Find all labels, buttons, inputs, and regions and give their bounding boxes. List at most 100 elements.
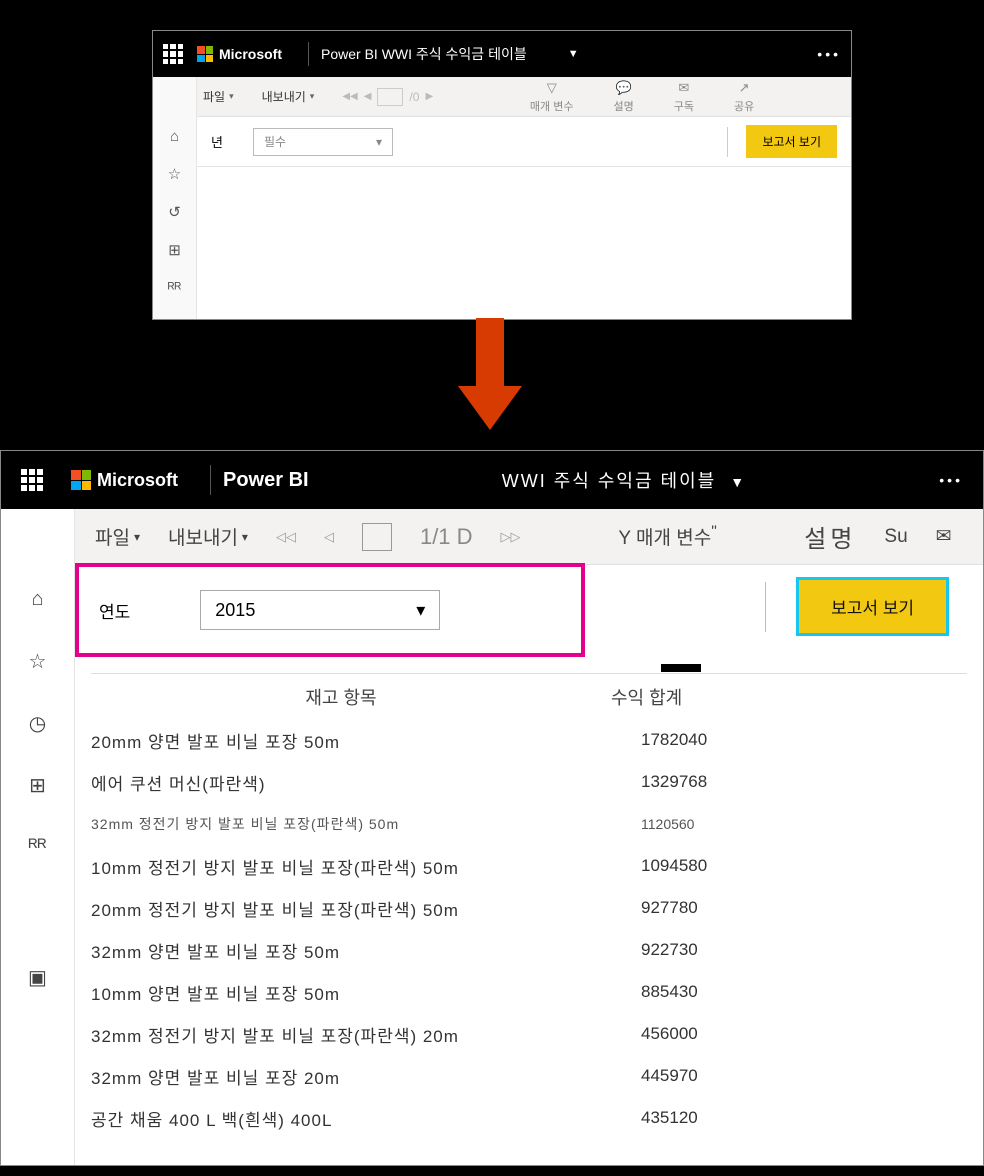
row-value: 922730 <box>591 940 967 960</box>
row-item: 32mm 정전기 방지 발포 비닐 포장(파란색) 50m <box>91 814 591 834</box>
app-launcher-icon[interactable] <box>21 469 43 491</box>
sort-marker <box>661 664 701 672</box>
more-icon[interactable]: ••• <box>817 46 841 62</box>
comments-button[interactable]: 💬설명 <box>613 80 633 114</box>
col-item[interactable]: 재고 항목 <box>91 684 591 710</box>
recent-icon[interactable]: ◷ <box>23 711 53 735</box>
row-item: 20mm 양면 발포 비닐 포장 50m <box>91 728 591 753</box>
chevron-down-icon[interactable]: ▼ <box>568 48 579 60</box>
row-item: 20mm 정전기 방지 발포 비닐 포장(파란색) 50m <box>91 896 591 921</box>
mail-icon[interactable]: ✉ <box>936 525 952 548</box>
bottom-header: Microsoft Power BI WWI 주식 수익금 테이블 ▼ ••• <box>1 451 983 509</box>
bottom-param-bar: 연도 2015 ▾ <box>75 563 585 657</box>
year-label: 년 <box>211 132 223 151</box>
row-value: 435120 <box>591 1108 967 1128</box>
powerbi-text: Power BI <box>223 469 309 492</box>
bottom-left-rail: ⌂ ☆ ◷ ⊞ ᴿᴿ ▣ <box>1 509 75 1165</box>
view-report-button[interactable]: 보고서 보기 <box>796 577 949 636</box>
next-page-icon[interactable]: ▷▷ <box>501 529 521 545</box>
apps-icon[interactable]: ⊞ <box>166 241 184 259</box>
table-row[interactable]: 20mm 정전기 방지 발포 비닐 포장(파란색) 50m927780 <box>91 887 967 929</box>
chevron-down-icon: ▼ <box>730 474 746 490</box>
right-actions: 보고서 보기 <box>765 577 949 636</box>
year-select[interactable]: 2015 ▾ <box>200 590 440 630</box>
home-icon[interactable]: ⌂ <box>23 587 53 611</box>
prev-page-icon[interactable]: ◁ <box>324 529 334 545</box>
app-launcher-icon[interactable] <box>163 44 183 64</box>
col-revenue[interactable]: 수익 합계 <box>591 684 967 710</box>
bottom-toolbar: 파일▾ 내보내기▾ ◁◁ ◁ 1/1 D ▷▷ Y 매개 변수" 설명 Su ✉ <box>1 509 983 565</box>
share-button[interactable]: ↗공유 <box>734 80 754 114</box>
page-input[interactable] <box>362 523 392 551</box>
row-item: 10mm 정전기 방지 발포 비닐 포장(파란색) 50m <box>91 854 591 879</box>
hamburger-icon[interactable] <box>166 89 184 107</box>
down-arrow-icon <box>460 318 520 438</box>
hamburger-icon[interactable] <box>23 525 53 549</box>
filter-button[interactable]: ▽매개 변수 <box>530 80 574 114</box>
filter-button[interactable]: Y 매개 변수" <box>618 523 716 550</box>
bottom-window: Microsoft Power BI WWI 주식 수익금 테이블 ▼ ••• … <box>0 450 984 1166</box>
row-item: 10mm 양면 발포 비닐 포장 50m <box>91 980 591 1005</box>
table-row[interactable]: 에어 쿠션 머신(파란색)1329768 <box>91 761 967 803</box>
shared-icon[interactable]: ᴿᴿ <box>23 835 53 859</box>
year-label: 연도 <box>99 598 130 623</box>
row-value: 445970 <box>591 1066 967 1086</box>
table-row[interactable]: 20mm 양면 발포 비닐 포장 50m1782040 <box>91 719 967 761</box>
subscribe-button[interactable]: ✉구독 <box>674 80 694 114</box>
row-value: 456000 <box>591 1024 967 1044</box>
table-header: 재고 항목 수익 합계 <box>91 673 967 719</box>
first-page-icon[interactable]: ◁◁ <box>276 529 296 545</box>
microsoft-text: Microsoft <box>219 46 282 62</box>
row-value: 1120560 <box>591 816 967 832</box>
report-table: 재고 항목 수익 합계 20mm 양면 발포 비닐 포장 50m1782040에… <box>75 663 983 1165</box>
microsoft-text: Microsoft <box>97 470 178 491</box>
chevron-down-icon: ▾ <box>376 135 382 149</box>
row-item: 에어 쿠션 머신(파란색) <box>91 770 591 795</box>
divider <box>765 582 766 632</box>
apps-icon[interactable]: ⊞ <box>23 773 53 797</box>
page-indicator: 1/1 D <box>420 524 473 550</box>
page-nav[interactable]: ◀◀◀ /0 ▶ <box>342 88 433 106</box>
top-window: Microsoft Power BI WWI 주식 수익금 테이블 ▼ ••• … <box>152 30 852 320</box>
star-icon[interactable]: ☆ <box>166 165 184 183</box>
year-select[interactable]: 필수 ▾ <box>253 128 393 156</box>
microsoft-logo-icon <box>71 470 91 490</box>
file-menu[interactable]: 파일▾ <box>95 523 140 550</box>
workspaces-icon[interactable]: ▣ <box>23 965 53 989</box>
divider <box>727 127 728 157</box>
comments-button[interactable]: 설명 <box>804 519 856 554</box>
view-report-button[interactable]: 보고서 보기 <box>746 125 837 158</box>
home-icon[interactable]: ⌂ <box>166 127 184 145</box>
more-icon[interactable]: ••• <box>939 472 963 488</box>
star-icon[interactable]: ☆ <box>23 649 53 673</box>
table-row[interactable]: 32mm 정전기 방지 발포 비닐 포장(파란색) 50m1120560 <box>91 803 967 845</box>
subscribe-button[interactable]: Su <box>884 526 907 548</box>
row-value: 885430 <box>591 982 967 1002</box>
divider <box>308 42 309 66</box>
row-value: 927780 <box>591 898 967 918</box>
export-menu[interactable]: 내보내기▾ <box>168 523 248 550</box>
table-row[interactable]: 10mm 정전기 방지 발포 비닐 포장(파란색) 50m1094580 <box>91 845 967 887</box>
microsoft-logo-icon <box>197 46 213 62</box>
divider <box>210 465 211 495</box>
row-value: 1782040 <box>591 730 967 750</box>
table-row[interactable]: 32mm 정전기 방지 발포 비닐 포장(파란색) 20m456000 <box>91 1013 967 1055</box>
table-row[interactable]: 32mm 양면 발포 비닐 포장 20m445970 <box>91 1055 967 1097</box>
row-item: 32mm 양면 발포 비닐 포장 50m <box>91 938 591 963</box>
file-menu[interactable]: 파일▾ <box>203 88 234 105</box>
top-title[interactable]: Power BI WWI 주식 수익금 테이블 <box>321 44 560 64</box>
table-row[interactable]: 32mm 양면 발포 비닐 포장 50m922730 <box>91 929 967 971</box>
row-item: 공간 채움 400 L 백(흰색) 400L <box>91 1106 591 1131</box>
top-header: Microsoft Power BI WWI 주식 수익금 테이블 ▼ ••• <box>153 31 851 77</box>
row-value: 1329768 <box>591 772 967 792</box>
row-item: 32mm 양면 발포 비닐 포장 20m <box>91 1064 591 1089</box>
recent-icon[interactable]: ↺ <box>166 203 184 221</box>
bottom-title[interactable]: WWI 주식 수익금 테이블 ▼ <box>309 467 940 493</box>
shared-icon[interactable]: ᴿᴿ <box>166 279 184 297</box>
table-row[interactable]: 10mm 양면 발포 비닐 포장 50m885430 <box>91 971 967 1013</box>
export-menu[interactable]: 내보내기▾ <box>262 88 315 105</box>
top-left-rail: ⌂ ☆ ↺ ⊞ ᴿᴿ <box>153 77 197 319</box>
table-row[interactable]: 공간 채움 400 L 백(흰색) 400L435120 <box>91 1097 967 1139</box>
top-toolbar: 파일▾ 내보내기▾ ◀◀◀ /0 ▶ ▽매개 변수 💬설명 ✉구독 ↗공유 <box>153 77 851 117</box>
chevron-down-icon: ▾ <box>416 600 425 621</box>
